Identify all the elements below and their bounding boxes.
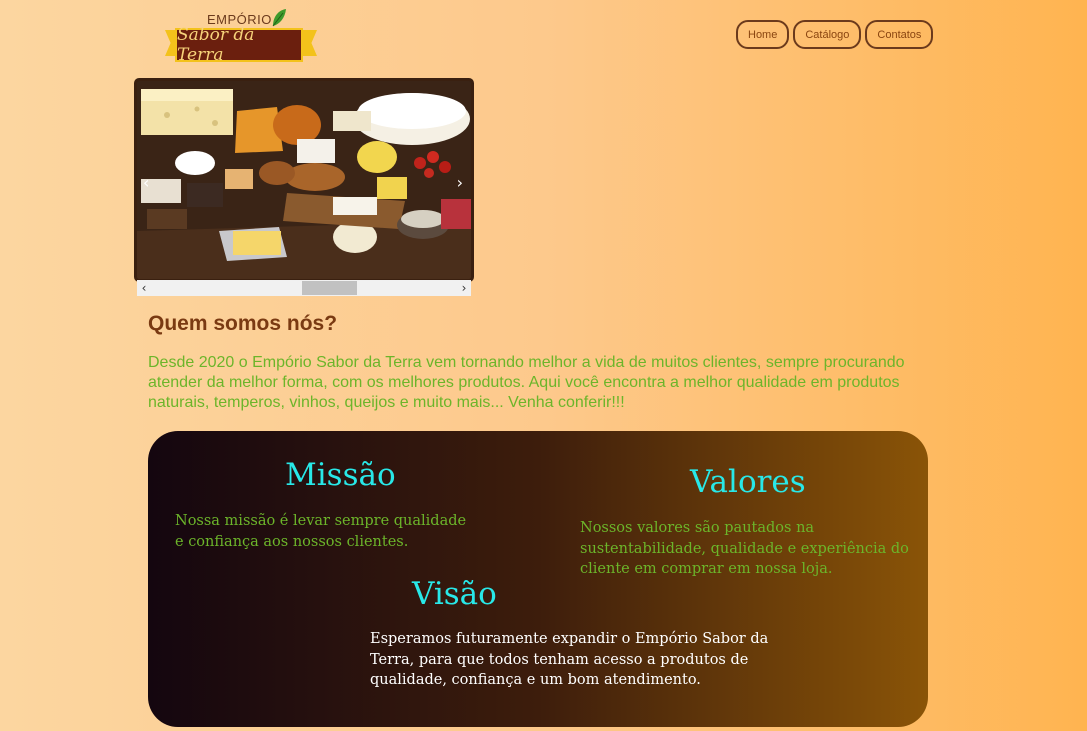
nav-catalogo-button[interactable]: Catálogo: [793, 20, 862, 49]
logo-banner: Sabor da Terra: [175, 25, 303, 65]
missao-text: Nossa missão é levar sempre qualidade e …: [175, 513, 467, 550]
logo[interactable]: EMPÓRIO Sabor da Terra: [165, 6, 317, 66]
cheese-photo: [137, 81, 471, 279]
scrollbar-thumb[interactable]: [302, 281, 357, 295]
about-title: Quem somos nós?: [148, 312, 338, 335]
visao-title: Visão: [412, 576, 497, 612]
visao-text: Esperamos futuramente expandir o Empório…: [370, 631, 769, 688]
mission-values-panel: Missão Nossa missão é levar sempre quali…: [148, 431, 928, 727]
scroll-left-button[interactable]: ‹: [137, 280, 151, 296]
image-carousel[interactable]: ‹ ›: [134, 78, 474, 282]
carousel-prev-button[interactable]: ‹: [143, 173, 149, 192]
logo-banner-text: Sabor da Terra: [177, 25, 255, 65]
ribbon-right: [303, 30, 317, 56]
valores-text: Nossos valores são pautados na sustentab…: [580, 520, 909, 577]
nav-contatos-button[interactable]: Contatos: [865, 20, 934, 49]
scroll-right-button[interactable]: ›: [457, 280, 471, 296]
carousel-scrollbar[interactable]: ‹ ›: [137, 280, 471, 296]
nav-home-button[interactable]: Home: [736, 20, 790, 49]
valores-title: Valores: [690, 464, 806, 500]
about-text: Desde 2020 o Empório Sabor da Terra vem …: [148, 354, 905, 411]
missao-title: Missão: [285, 457, 396, 493]
main-nav: Home Catálogo Contatos: [736, 20, 934, 49]
carousel-next-button[interactable]: ›: [457, 173, 463, 192]
